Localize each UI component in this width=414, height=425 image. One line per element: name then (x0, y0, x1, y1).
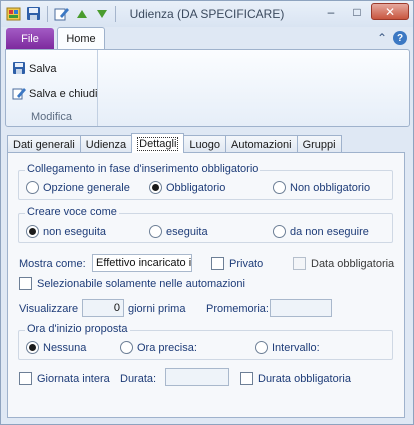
radio-ora-precisa[interactable]: Ora precisa: (120, 341, 197, 354)
maximize-icon[interactable]: □ (345, 3, 369, 20)
radio-opzione-generale[interactable]: Opzione generale (26, 181, 130, 194)
durata-label: Durata: (120, 373, 157, 385)
dettagli-panel: Collegamento in fase d'inserimento obbli… (7, 152, 405, 418)
selezionabile-checkbox[interactable]: Selezionabile solamente nelle automazion… (19, 277, 245, 290)
promemoria-label: Promemoria: (206, 303, 269, 315)
minimize-icon[interactable]: – (319, 3, 343, 20)
creare-group: Creare voce come non eseguita eseguita d… (18, 206, 393, 243)
ribbon-collapse-icon[interactable]: ⌃ (377, 31, 387, 45)
ora-title: Ora d'inizio proposta (25, 323, 130, 335)
durata-input[interactable] (165, 368, 229, 386)
close-icon[interactable]: ✕ (371, 3, 409, 20)
tab-file[interactable]: File (6, 28, 54, 49)
content-tab-strip: Dati generali Udienza Dettagli Luogo Aut… (7, 133, 342, 153)
tab-luogo[interactable]: Luogo (183, 135, 227, 153)
tab-dettagli[interactable]: Dettagli (131, 133, 185, 153)
mostra-label: Mostra come: (19, 258, 86, 270)
radio-non-obbligatorio[interactable]: Non obbligatorio (273, 181, 370, 194)
radio-nessuna[interactable]: Nessuna (26, 341, 86, 354)
ora-group: Ora d'inizio proposta Nessuna Ora precis… (18, 323, 393, 360)
promemoria-input[interactable] (270, 299, 332, 317)
dialog-window: Udienza (DA SPECIFICARE) – □ ✕ File Home… (0, 0, 414, 425)
collegamento-group: Collegamento in fase d'inserimento obbli… (18, 163, 393, 200)
ribbon: Salva Salva e chiudi Modifica (5, 49, 410, 127)
data-obbligatoria-checkbox: Data obbligatoria (293, 257, 394, 270)
giorni-prima-label: giorni prima (128, 303, 186, 315)
save-close-button-label: Salva e chiudi (29, 88, 98, 100)
save-close-button[interactable]: Salva e chiudi (12, 84, 98, 104)
ribbon-group-modifica: Salva Salva e chiudi Modifica (6, 50, 98, 126)
help-icon[interactable]: ? (393, 31, 407, 45)
ribbon-group-label: Modifica (31, 111, 72, 123)
tab-udienza[interactable]: Udienza (79, 135, 133, 153)
ribbon-right-controls: ⌃ ? (377, 31, 407, 45)
giornata-intera-checkbox[interactable]: Giornata intera (19, 372, 110, 385)
radio-eseguita[interactable]: eseguita (149, 225, 208, 238)
radio-non-eseguita[interactable]: non eseguita (26, 225, 106, 238)
collegamento-title: Collegamento in fase d'inserimento obbli… (25, 163, 261, 175)
tab-automazioni[interactable]: Automazioni (225, 135, 298, 153)
ribbon-tab-bar: File Home ⌃ ? (1, 27, 413, 50)
visualizzare-label: Visualizzare (19, 303, 79, 315)
window-controls: – □ ✕ (319, 3, 409, 20)
radio-intervallo[interactable]: Intervallo: (255, 341, 320, 354)
tab-gruppi[interactable]: Gruppi (296, 135, 342, 153)
tab-home[interactable]: Home (57, 27, 105, 50)
radio-obbligatorio[interactable]: Obbligatorio (149, 181, 225, 194)
save-button[interactable]: Salva (12, 59, 57, 79)
tab-dati-generali[interactable]: Dati generali (7, 135, 81, 153)
title-bar: Udienza (DA SPECIFICARE) – □ ✕ (1, 1, 413, 27)
creare-title: Creare voce come (25, 206, 119, 218)
visualizzare-input[interactable]: 0 (82, 299, 124, 317)
save-icon (12, 61, 26, 78)
save-button-label: Salva (29, 63, 57, 75)
durata-obbligatoria-checkbox[interactable]: Durata obbligatoria (240, 372, 351, 385)
radio-da-non-eseguire[interactable]: da non eseguire (273, 225, 369, 238)
save-close-icon (12, 86, 26, 103)
privato-checkbox[interactable]: Privato (211, 257, 263, 270)
mostra-input[interactable]: Effettivo incaricato ir (92, 254, 192, 272)
